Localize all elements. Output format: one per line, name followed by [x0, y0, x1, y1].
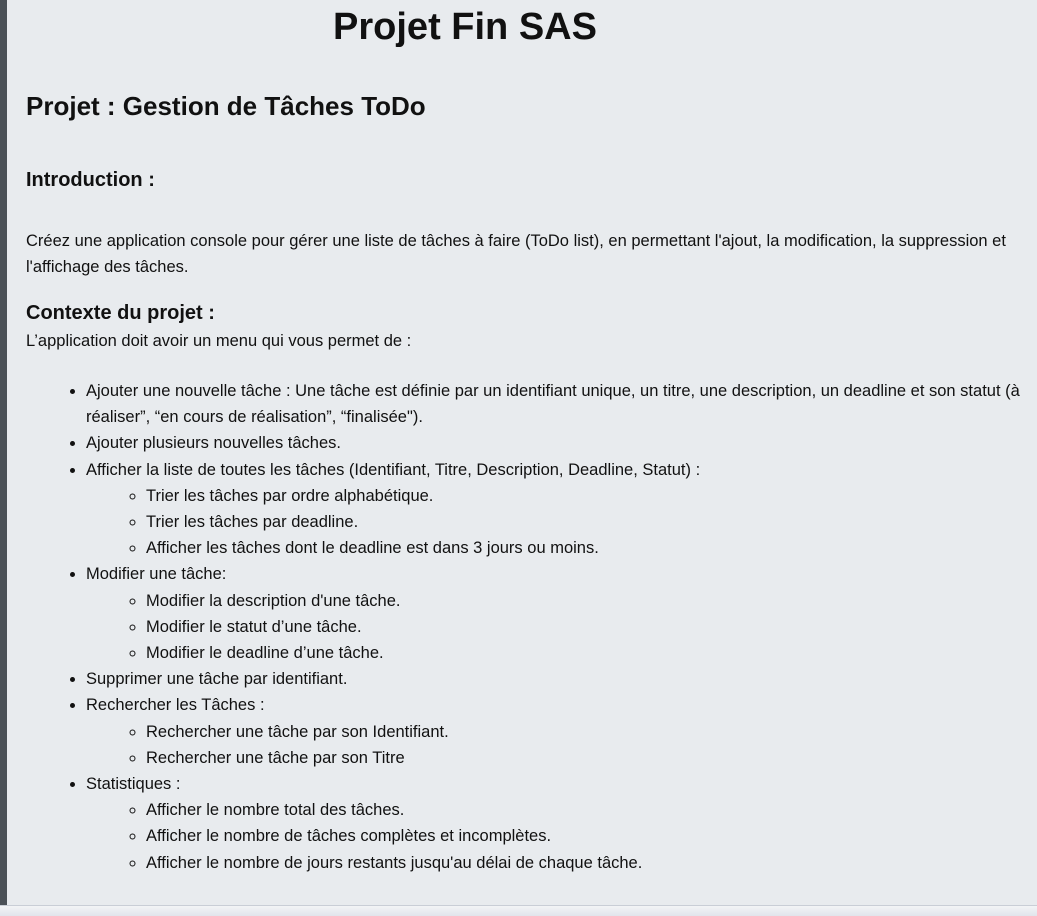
introduction-heading: Introduction :: [26, 169, 155, 191]
sub-list: Trier les tâches par ordre alphabétique.…: [86, 483, 1037, 562]
project-heading: Projet : Gestion de Tâches ToDo: [26, 91, 426, 121]
sub-list-item: Modifier le statut d’une tâche.: [146, 614, 1037, 640]
sub-list-item: Afficher les tâches dont le deadline est…: [146, 535, 1037, 561]
sub-list-item: Afficher le nombre total des tâches.: [146, 797, 1037, 823]
list-item-label: Ajouter plusieurs nouvelles tâches.: [86, 434, 341, 453]
sub-list: Modifier la description d'une tâche. Mod…: [86, 588, 1037, 667]
sub-list-item: Afficher le nombre de tâches complètes e…: [146, 823, 1037, 849]
sub-list-item: Trier les tâches par ordre alphabétique.: [146, 483, 1037, 509]
list-item: Modifier une tâche: Modifier la descript…: [86, 561, 1037, 666]
sub-list-item: Modifier le deadline d’une tâche.: [146, 640, 1037, 666]
list-item: Supprimer une tâche par identifiant.: [86, 666, 1037, 692]
sub-list: Rechercher une tâche par son Identifiant…: [86, 719, 1037, 771]
list-item: Afficher la liste de toutes les tâches (…: [86, 457, 1037, 562]
context-heading: Contexte du projet :: [26, 302, 215, 324]
page-title: Projet Fin SAS: [333, 6, 597, 48]
list-item-label: Statistiques :: [86, 775, 181, 794]
sub-list-item: Rechercher une tâche par son Identifiant…: [146, 719, 1037, 745]
list-item: Ajouter une nouvelle tâche : Une tâche e…: [86, 378, 1037, 430]
context-text: L’application doit avoir un menu qui vou…: [26, 332, 412, 350]
list-item-label: Supprimer une tâche par identifiant.: [86, 670, 348, 689]
list-item: Ajouter plusieurs nouvelles tâches.: [86, 430, 1037, 456]
document-page: Projet Fin SAS Projet : Gestion de Tâche…: [7, 0, 1037, 905]
list-item: Statistiques : Afficher le nombre total …: [86, 771, 1037, 876]
sub-list-item: Afficher le nombre de jours restants jus…: [146, 850, 1037, 876]
sub-list-item: Modifier la description d'une tâche.: [146, 588, 1037, 614]
feature-list: Ajouter une nouvelle tâche : Une tâche e…: [26, 378, 1037, 876]
list-item-label: Rechercher les Tâches :: [86, 696, 265, 715]
sub-list-item: Rechercher une tâche par son Titre: [146, 745, 1037, 771]
list-item-label: Ajouter une nouvelle tâche : Une tâche e…: [86, 382, 1020, 427]
sub-list-item: Trier les tâches par deadline.: [146, 509, 1037, 535]
sub-list: Afficher le nombre total des tâches. Aff…: [86, 797, 1037, 876]
list-item: Rechercher les Tâches : Rechercher une t…: [86, 692, 1037, 771]
introduction-text: Créez une application console pour gérer…: [26, 232, 1006, 276]
left-edge-bar: [0, 0, 7, 905]
window-bottom-edge: [0, 905, 1037, 916]
list-item-label: Afficher la liste de toutes les tâches (…: [86, 460, 701, 479]
list-item-label: Modifier une tâche:: [86, 565, 227, 584]
